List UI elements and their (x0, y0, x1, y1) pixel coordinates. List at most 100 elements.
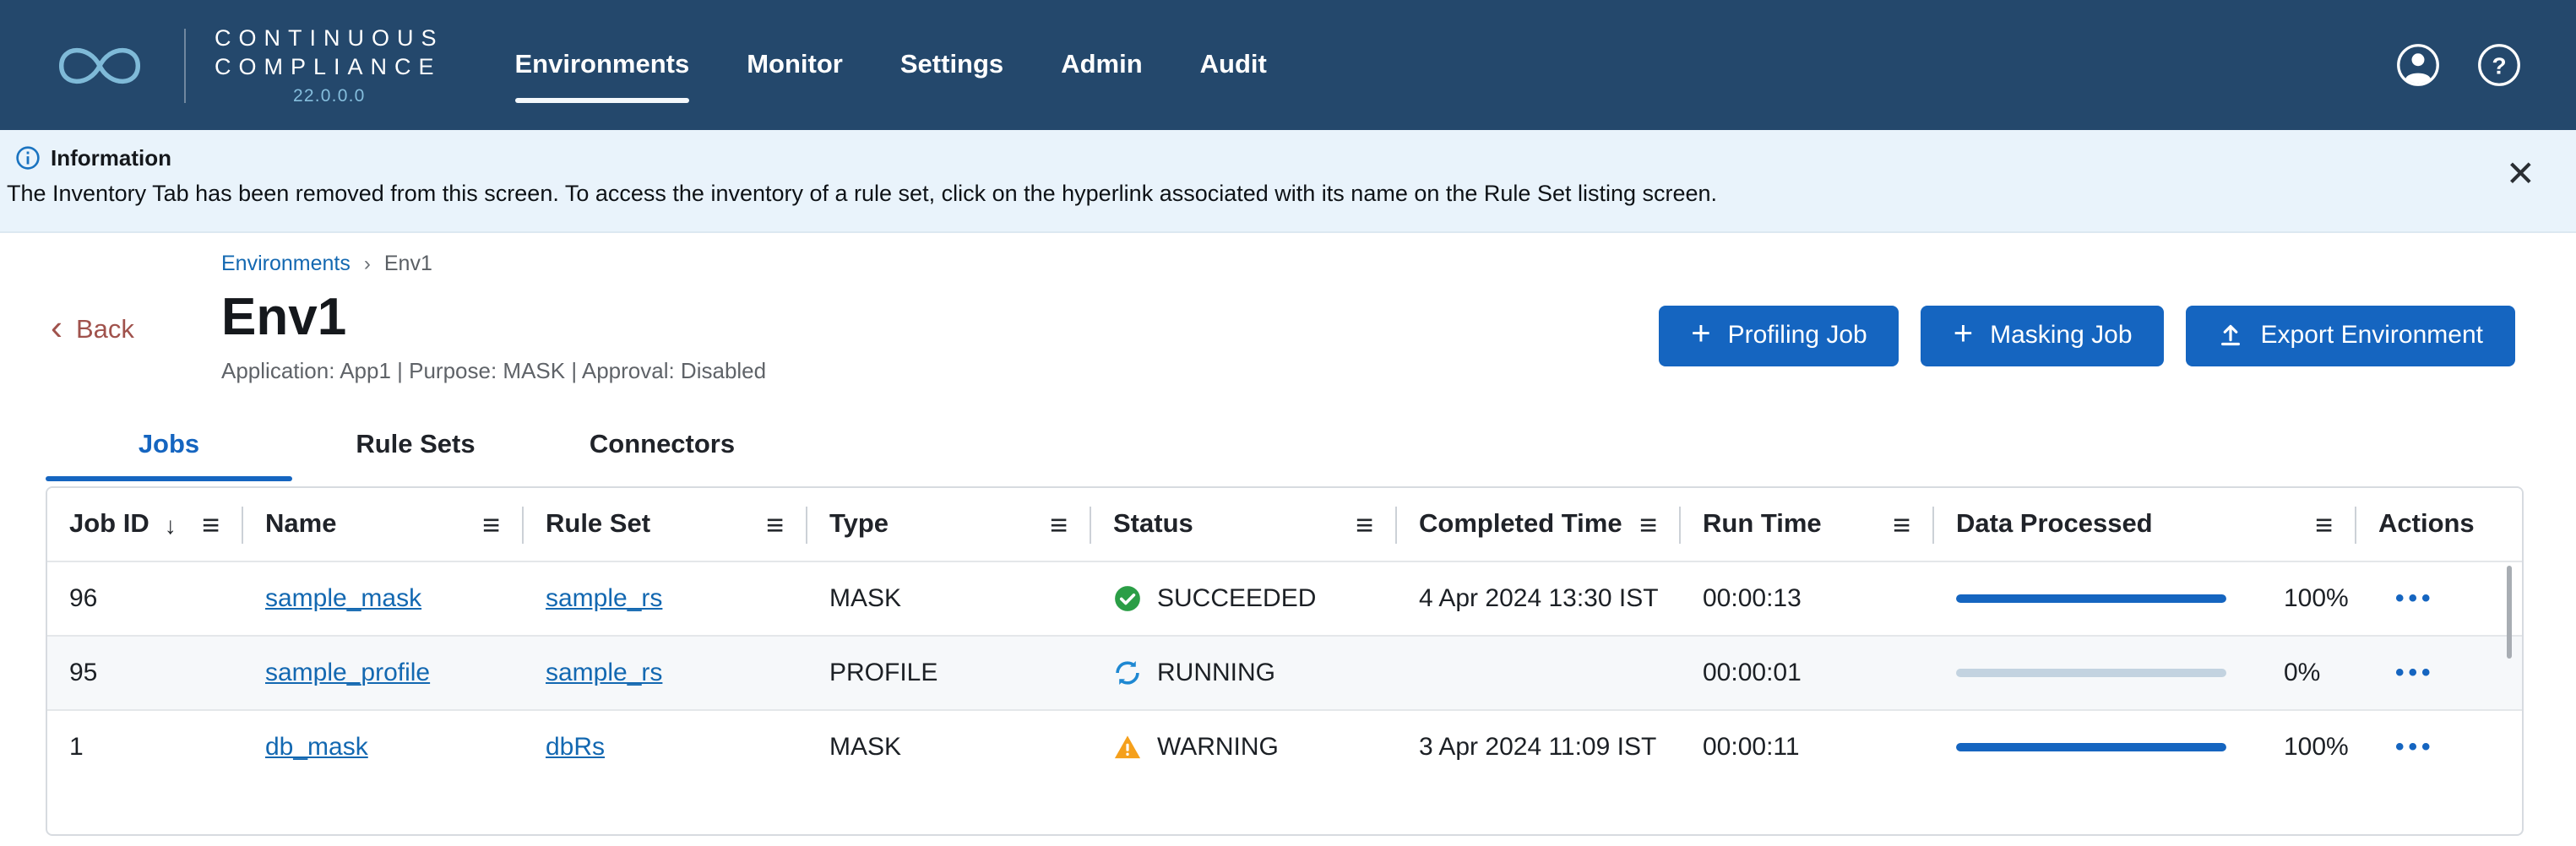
plus-icon: + (1954, 317, 1973, 350)
nav-item-admin[interactable]: Admin (1061, 40, 1142, 90)
completed-time-cell: 4 Apr 2024 13:30 IST (1397, 584, 1681, 613)
rule-set-link[interactable]: dbRs (546, 733, 605, 762)
tab-jobs[interactable]: Jobs (46, 420, 292, 481)
completed-time-cell: 3 Apr 2024 11:09 IST (1397, 733, 1681, 762)
column-header-name[interactable]: Name ≡ (243, 488, 524, 561)
column-header-actions: Actions (2356, 488, 2522, 561)
page-title: Env1 (221, 287, 766, 348)
column-menu-icon[interactable]: ≡ (202, 509, 220, 540)
success-icon (1113, 584, 1142, 613)
job-name-link[interactable]: sample_mask (265, 584, 421, 613)
masking-job-button[interactable]: + Masking Job (1921, 305, 2165, 366)
run-time-cell: 00:00:13 (1681, 584, 1934, 613)
data-processed-cell: 100% (1934, 584, 2356, 613)
row-actions-menu-button[interactable]: ••• (2395, 660, 2435, 686)
warning-triangle-icon (1113, 733, 1142, 762)
run-time-cell: 00:00:01 (1681, 659, 1934, 687)
breadcrumb-current: Env1 (384, 252, 432, 275)
progress-bar (1956, 594, 2226, 603)
vertical-scrollbar-thumb[interactable] (2507, 566, 2512, 659)
version-text: 22.0.0.0 (215, 86, 444, 106)
progress-label: 100% (2284, 733, 2349, 762)
user-avatar-icon[interactable] (2395, 42, 2441, 88)
progress-label: 0% (2284, 659, 2320, 687)
column-header-status[interactable]: Status ≡ (1091, 488, 1397, 561)
breadcrumb-link-environments[interactable]: Environments (221, 252, 351, 275)
column-header-run-time[interactable]: Run Time ≡ (1681, 488, 1934, 561)
brand: CONTINUOUS COMPLIANCE 22.0.0.0 (51, 24, 444, 106)
column-label: Status (1113, 509, 1193, 540)
sort-descending-icon[interactable]: ↓ (165, 511, 177, 538)
column-label: Actions (2378, 509, 2475, 540)
column-menu-icon[interactable]: ≡ (766, 509, 784, 540)
export-environment-label: Export Environment (2261, 321, 2483, 350)
progress-label: 100% (2284, 584, 2349, 613)
chevron-left-icon: ‹ (51, 311, 62, 346)
table-row: 96 sample_mask sample_rs MASK SUCCEEDED … (47, 561, 2522, 635)
job-id-cell: 1 (47, 733, 243, 762)
export-environment-button[interactable]: Export Environment (2187, 305, 2515, 366)
column-header-type[interactable]: Type ≡ (807, 488, 1091, 561)
profiling-job-button[interactable]: + Profiling Job (1659, 305, 1899, 366)
back-button[interactable]: ‹ Back (51, 314, 134, 346)
tab-connectors[interactable]: Connectors (539, 420, 785, 481)
run-time-cell: 00:00:11 (1681, 733, 1934, 762)
nav-item-settings[interactable]: Settings (900, 40, 1003, 90)
svg-text:?: ? (2492, 52, 2506, 79)
brand-text: CONTINUOUS COMPLIANCE 22.0.0.0 (215, 24, 444, 106)
status-cell: RUNNING (1091, 659, 1397, 687)
column-menu-icon[interactable]: ≡ (2315, 509, 2333, 540)
column-header-completed-time[interactable]: Completed Time ≡ (1397, 488, 1681, 561)
status-label: SUCCEEDED (1157, 584, 1316, 613)
rule-set-link[interactable]: sample_rs (546, 584, 662, 613)
close-icon[interactable]: ✕ (2506, 157, 2535, 193)
column-header-job-id[interactable]: Job ID ↓ ≡ (47, 488, 243, 561)
plus-icon: + (1691, 317, 1710, 350)
brand-divider (184, 28, 186, 102)
row-actions-menu-button[interactable]: ••• (2395, 735, 2435, 760)
chevron-right-icon: › (364, 252, 371, 275)
row-actions-menu-button[interactable]: ••• (2395, 586, 2435, 611)
running-refresh-icon (1113, 659, 1142, 687)
column-label: Data Processed (1956, 509, 2153, 540)
main-nav: Environments Monitor Settings Admin Audi… (515, 40, 1267, 90)
column-menu-icon[interactable]: ≡ (482, 509, 500, 540)
tab-rule-sets[interactable]: Rule Sets (292, 420, 539, 481)
brand-line-2: COMPLIANCE (215, 52, 444, 81)
page-subtitle: Application: App1 | Purpose: MASK | Appr… (221, 358, 766, 383)
column-label: Type (829, 509, 889, 540)
column-header-rule-set[interactable]: Rule Set ≡ (524, 488, 807, 561)
status-cell: WARNING (1091, 733, 1397, 762)
column-menu-icon[interactable]: ≡ (1639, 509, 1657, 540)
nav-item-audit[interactable]: Audit (1200, 40, 1267, 90)
data-processed-cell: 100% (1934, 733, 2356, 762)
nav-item-environments[interactable]: Environments (515, 40, 690, 90)
info-icon (15, 145, 41, 171)
profiling-job-label: Profiling Job (1728, 321, 1867, 350)
type-cell: MASK (807, 733, 1091, 762)
info-banner: Information The Inventory Tab has been r… (0, 130, 2576, 233)
column-label: Completed Time (1419, 509, 1622, 540)
delphix-logo-icon (51, 33, 155, 97)
progress-track (1956, 743, 2226, 751)
nav-item-monitor[interactable]: Monitor (747, 40, 843, 90)
table-row: 95 sample_profile sample_rs PROFILE RUNN… (47, 635, 2522, 709)
column-header-data-processed[interactable]: Data Processed ≡ (1934, 488, 2356, 561)
rule-set-link[interactable]: sample_rs (546, 659, 662, 687)
column-label: Job ID (69, 509, 149, 540)
type-cell: PROFILE (807, 659, 1091, 687)
column-menu-icon[interactable]: ≡ (1356, 509, 1373, 540)
help-icon[interactable]: ? (2476, 42, 2522, 88)
breadcrumb: Environments › Env1 (221, 252, 2515, 275)
column-menu-icon[interactable]: ≡ (1893, 509, 1910, 540)
job-name-link[interactable]: sample_profile (265, 659, 430, 687)
job-name-link[interactable]: db_mask (265, 733, 368, 762)
title-row: Env1 Application: App1 | Purpose: MASK |… (221, 287, 2515, 383)
banner-title: Information (51, 145, 171, 171)
top-navbar: CONTINUOUS COMPLIANCE 22.0.0.0 Environme… (0, 0, 2576, 130)
job-id-cell: 96 (47, 584, 243, 613)
tab-bar: Jobs Rule Sets Connectors (46, 420, 2576, 481)
column-menu-icon[interactable]: ≡ (1050, 509, 1068, 540)
type-cell: MASK (807, 584, 1091, 613)
column-label: Name (265, 509, 336, 540)
